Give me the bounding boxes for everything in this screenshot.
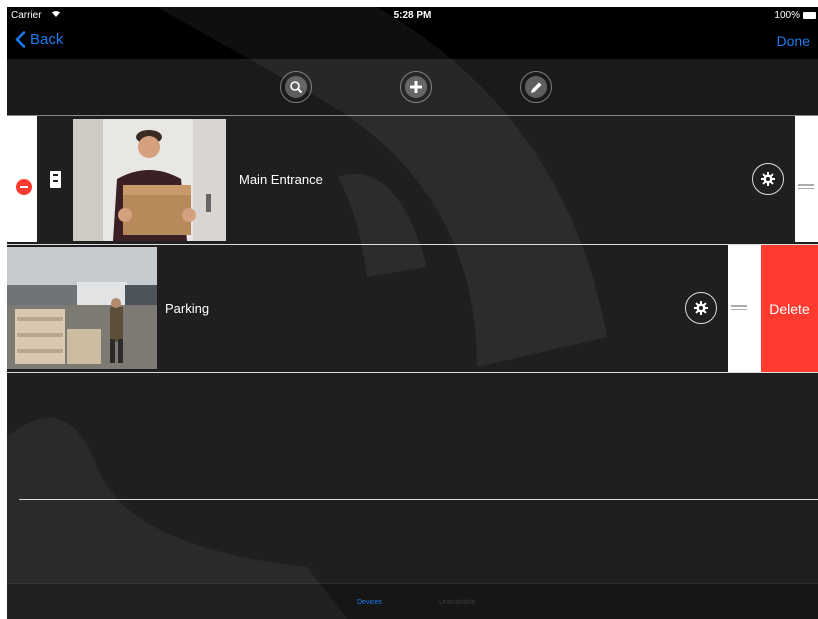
navigation-bar: Back Done (7, 25, 818, 59)
reorder-handle-icon[interactable] (798, 184, 814, 190)
gear-icon (761, 172, 775, 186)
back-button[interactable]: Back (15, 31, 63, 48)
back-label: Back (30, 31, 64, 48)
device-row[interactable]: Main Entrance (7, 116, 818, 244)
intercom-device-icon (50, 171, 61, 188)
tab-unavailable[interactable]: Unavailable (439, 599, 476, 606)
pencil-icon (525, 76, 547, 98)
add-device-button[interactable] (400, 71, 432, 103)
device-settings-button[interactable] (685, 292, 717, 324)
row-reorder-gutter (728, 245, 761, 372)
device-name: Main Entrance (239, 172, 323, 187)
search-button[interactable] (280, 71, 312, 103)
status-bar: Carrier 5:28 PM 100% (7, 7, 818, 25)
row-edit-gutter (7, 116, 37, 242)
app-screen: Carrier 5:28 PM 100% Back Done Main Entr… (7, 7, 818, 619)
device-row[interactable]: Parking Delete (7, 244, 818, 373)
reorder-handle-icon[interactable] (731, 305, 747, 311)
delete-button[interactable]: Delete (761, 245, 818, 372)
gear-icon (694, 301, 708, 315)
remove-button[interactable] (16, 179, 32, 195)
device-thumbnail (73, 119, 226, 241)
divider (19, 499, 818, 500)
done-button[interactable]: Done (777, 33, 810, 49)
edit-button[interactable] (520, 71, 552, 103)
device-card: Main Entrance (37, 116, 795, 242)
add-icon (405, 76, 427, 98)
chevron-left-icon (15, 31, 26, 48)
row-reorder-gutter (795, 116, 818, 242)
minus-icon (20, 186, 28, 188)
device-thumbnail (7, 247, 157, 369)
tab-bar: Devices Unavailable (7, 583, 818, 619)
battery-percent: 100% (774, 10, 800, 21)
search-icon (285, 76, 307, 98)
tab-devices[interactable]: Devices (357, 599, 382, 606)
toolbar (7, 59, 818, 116)
device-name: Parking (165, 301, 210, 316)
clock: 5:28 PM (393, 10, 432, 21)
device-settings-button[interactable] (752, 163, 784, 195)
battery-icon (803, 12, 816, 19)
